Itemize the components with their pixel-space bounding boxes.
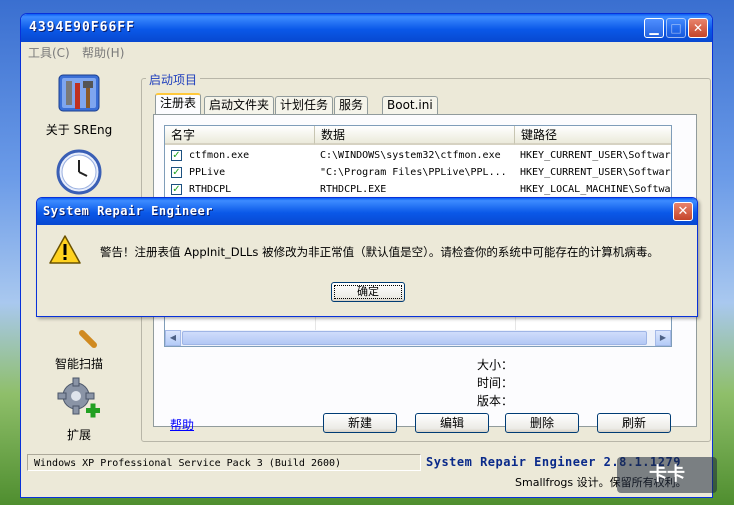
dialog-close-button[interactable]: ✕ (673, 202, 693, 221)
row-path: HKEY_CURRENT_USER\Softwar (520, 167, 671, 178)
edit-button[interactable]: 编辑 (415, 413, 489, 433)
row-checkbox[interactable]: ✓ (171, 184, 182, 195)
watermark-logo: 卡卡 (617, 457, 717, 493)
tab-registry[interactable]: 注册表 (155, 93, 202, 115)
size-label: 大小： (477, 358, 514, 372)
menu-tools[interactable]: 工具(C) (28, 44, 70, 61)
tab-services[interactable]: 服务 (334, 96, 369, 114)
column-divider (515, 316, 516, 330)
nav-extend[interactable]: 扩展 (39, 376, 119, 446)
minimize-button[interactable]: ▁ (644, 18, 664, 38)
row-name: ctfmon.exe (189, 150, 250, 161)
scroll-thumb[interactable] (182, 331, 647, 345)
gear-plus-icon (56, 376, 102, 422)
row-data: C:\WINDOWS\system32\ctfmon.exe (320, 150, 501, 161)
table-row[interactable]: ✓ ctfmon.exe C:\WINDOWS\system32\ctfmon.… (165, 148, 671, 164)
scroll-left-button[interactable]: ◀ (165, 330, 181, 346)
tab-startup-folder[interactable]: 启动文件夹 (204, 96, 275, 114)
column-header-name[interactable]: 名字 (165, 126, 315, 145)
close-button[interactable]: ✕ (688, 18, 708, 38)
column-divider (315, 316, 316, 330)
title-bar[interactable]: 4394E90F66FF ▁ □ ✕ (21, 14, 712, 42)
warning-icon (49, 234, 81, 266)
tab-boot-ini[interactable]: Boot.ini (382, 96, 438, 114)
version-label: 版本： (477, 394, 514, 408)
window-title: 4394E90F66FF (29, 20, 135, 35)
row-path: HKEY_LOCAL_MACHINE\Softwa (520, 184, 671, 195)
dialog-message: 警告！注册表值 AppInit_DLLs 被修改为非正常值（默认值是空）。请检查… (100, 245, 659, 259)
tools-icon (56, 71, 102, 117)
scroll-right-button[interactable]: ▶ (655, 330, 671, 346)
menu-bar: 工具(C) 帮助(H) (21, 42, 712, 62)
row-checkbox[interactable]: ✓ (171, 167, 182, 178)
new-button[interactable]: 新建 (323, 413, 397, 433)
ok-button[interactable]: 确定 (331, 282, 405, 302)
row-checkbox[interactable]: ✓ (171, 150, 182, 161)
startup-group-label: 启动项目 (146, 71, 201, 88)
row-path: HKEY_CURRENT_USER\Softwar (520, 150, 671, 161)
nav-smart-scan[interactable]: 智能扫描 (39, 309, 119, 379)
help-link[interactable]: 帮助 (170, 416, 194, 433)
nav-about[interactable]: 关于 SREng (39, 71, 119, 141)
column-header-data[interactable]: 数据 (315, 126, 515, 145)
dialog-title-bar[interactable]: System Repair Engineer ✕ (37, 198, 697, 225)
delete-button[interactable]: 删除 (505, 413, 579, 433)
nav-about-label: 关于 SREng (45, 123, 113, 137)
warning-dialog: System Repair Engineer ✕ 警告！注册表值 AppInit… (36, 197, 698, 317)
time-label: 时间： (477, 376, 514, 390)
row-data: RTHDCPL.EXE (320, 184, 387, 195)
row-data: "C:\Program Files\PPLive\PPL... (320, 167, 507, 178)
row-name: PPLive (189, 167, 226, 178)
menu-help[interactable]: 帮助(H) (82, 44, 124, 61)
clock-icon (56, 149, 102, 195)
table-row[interactable]: ✓ PPLive "C:\Program Files\PPLive\PPL...… (165, 165, 671, 181)
tab-scheduled-tasks[interactable]: 计划任务 (275, 96, 334, 114)
column-header-path[interactable]: 键路径 (515, 126, 671, 145)
status-os: Windows XP Professional Service Pack 3 (… (27, 454, 421, 471)
nav-extend-label: 扩展 (66, 428, 91, 442)
table-row[interactable]: ✓ RTHDCPL RTHDCPL.EXE HKEY_LOCAL_MACHINE… (165, 182, 671, 198)
row-name: RTHDCPL (189, 184, 232, 195)
horizontal-scrollbar[interactable]: ◀ ▶ (165, 330, 671, 346)
dialog-title: System Repair Engineer (43, 204, 213, 218)
nav-smart-scan-label: 智能扫描 (54, 357, 103, 371)
maximize-button: □ (666, 18, 686, 38)
refresh-button[interactable]: 刷新 (597, 413, 671, 433)
